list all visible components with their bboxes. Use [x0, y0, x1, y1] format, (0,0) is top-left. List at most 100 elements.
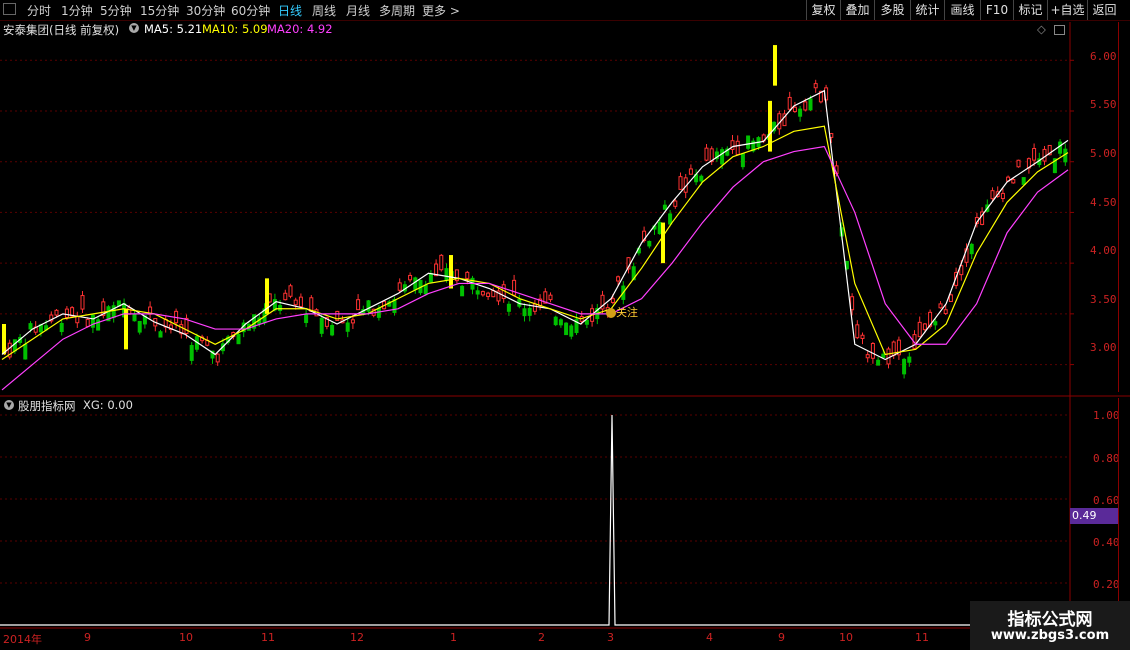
fuquan-button[interactable]: 复权 — [806, 0, 840, 20]
candle-body — [335, 310, 340, 321]
candle-body — [720, 149, 725, 165]
period-tab-more[interactable]: 更多 > — [422, 2, 460, 19]
statistics-button[interactable]: 统计 — [910, 0, 944, 20]
candle-body — [553, 316, 558, 326]
sub-indicator-dropdown-icon[interactable]: ▼ — [4, 400, 14, 410]
window-toggle-icon[interactable] — [1054, 25, 1065, 35]
draw-line-button[interactable]: 画线 — [944, 0, 980, 20]
candle-body — [933, 321, 938, 326]
candle-body — [1021, 177, 1026, 185]
candle-body — [319, 317, 324, 334]
price-tick: 3.00 — [1090, 341, 1117, 354]
candle-body — [75, 315, 80, 324]
multi-stock-button[interactable]: 多股 — [874, 0, 910, 20]
diamond-icon[interactable]: ◇ — [1037, 22, 1046, 36]
candle-body — [371, 308, 376, 316]
kline-chart[interactable] — [0, 0, 1130, 650]
period-tab-30min[interactable]: 30分钟 — [186, 2, 225, 19]
candle-body — [907, 356, 912, 363]
follow-marker[interactable]: 关注 — [606, 304, 638, 320]
mark-button[interactable]: 标记 — [1013, 0, 1047, 20]
candle-body — [912, 334, 917, 349]
candle-body — [798, 108, 803, 117]
watermark-url: www.zbgs3.com — [990, 628, 1110, 643]
candle-body — [740, 153, 745, 168]
candle-body — [688, 168, 693, 175]
candle-body — [772, 121, 777, 132]
sub-indicator-plot — [0, 414, 1070, 626]
period-tab-daily[interactable]: 日线 — [278, 2, 302, 19]
candle-body — [954, 272, 959, 286]
candle-body — [184, 317, 189, 334]
period-tab-monthly[interactable]: 月线 — [346, 2, 370, 19]
candle-body — [501, 284, 506, 300]
candle-body — [428, 273, 433, 283]
candle-body — [215, 353, 220, 363]
candle-body — [241, 322, 246, 333]
candle-body — [1006, 176, 1011, 182]
candle-body — [943, 309, 948, 315]
candle-body — [595, 308, 600, 320]
period-tab-1min[interactable]: 1分钟 — [61, 2, 93, 19]
right-info-column — [1118, 22, 1130, 392]
candle-body — [948, 294, 953, 302]
candle-body — [668, 213, 673, 225]
candle-body — [127, 307, 132, 315]
candle-body — [252, 314, 257, 329]
candle-body — [683, 177, 688, 193]
candle-body — [205, 339, 210, 346]
candle-body — [309, 297, 314, 312]
candle-body — [621, 285, 626, 300]
candle-body — [1016, 159, 1021, 168]
period-tab-60min[interactable]: 60分钟 — [231, 2, 270, 19]
period-tab-weekly[interactable]: 周线 — [312, 2, 336, 19]
price-tick: 4.00 — [1090, 244, 1117, 257]
candle-body — [382, 300, 387, 310]
candle-body — [12, 339, 17, 352]
signal-bar — [449, 255, 453, 289]
candle-body — [896, 339, 901, 356]
candle-body — [220, 343, 225, 352]
candle-body — [860, 334, 865, 339]
candle-body — [610, 298, 615, 303]
candle-body — [70, 307, 75, 317]
moving-average-lines — [1, 89, 1069, 391]
candle-body — [626, 257, 631, 270]
x-tick: 3 — [607, 631, 614, 644]
candle-body — [423, 284, 428, 295]
x-tick: 11 — [261, 631, 275, 644]
candle-body — [506, 303, 511, 312]
indicator-dropdown-icon[interactable]: ▼ — [129, 23, 139, 33]
candle-body — [85, 318, 90, 327]
candle-body — [59, 322, 64, 333]
back-button[interactable]: 返回 — [1087, 0, 1121, 20]
candle-body — [226, 336, 231, 343]
period-toolbar: 分时 1分钟 5分钟 15分钟 30分钟 60分钟 日线 周线 月线 多周期 更… — [0, 0, 1130, 21]
period-tab-multi[interactable]: 多周期 — [379, 2, 415, 19]
window-menu-icon[interactable] — [3, 3, 16, 15]
x-tick: 11 — [915, 631, 929, 644]
candle-body — [829, 133, 834, 138]
candle-body — [756, 137, 761, 148]
candle-body — [392, 298, 397, 313]
candle-body — [959, 265, 964, 276]
candle-body — [850, 296, 855, 311]
current-value-badge: 0.49 — [1070, 508, 1118, 524]
price-tick: 6.00 — [1090, 50, 1117, 63]
x-tick: 12 — [350, 631, 364, 644]
period-tab-fenshi[interactable]: 分时 — [27, 2, 51, 19]
candle-body — [314, 309, 319, 317]
candle-body — [267, 293, 272, 303]
add-watchlist-button[interactable]: +自选 — [1047, 0, 1087, 20]
f10-button[interactable]: F10 — [980, 0, 1013, 20]
signal-bar — [661, 222, 665, 264]
period-tab-5min[interactable]: 5分钟 — [100, 2, 132, 19]
candle-body — [1026, 158, 1031, 169]
candle-body — [64, 308, 69, 318]
candle-body — [538, 298, 543, 307]
price-tick: 3.50 — [1090, 293, 1117, 306]
period-tab-15min[interactable]: 15分钟 — [140, 2, 179, 19]
grid-lines — [0, 22, 1130, 629]
overlay-button[interactable]: 叠加 — [840, 0, 874, 20]
candle-body — [210, 350, 215, 359]
